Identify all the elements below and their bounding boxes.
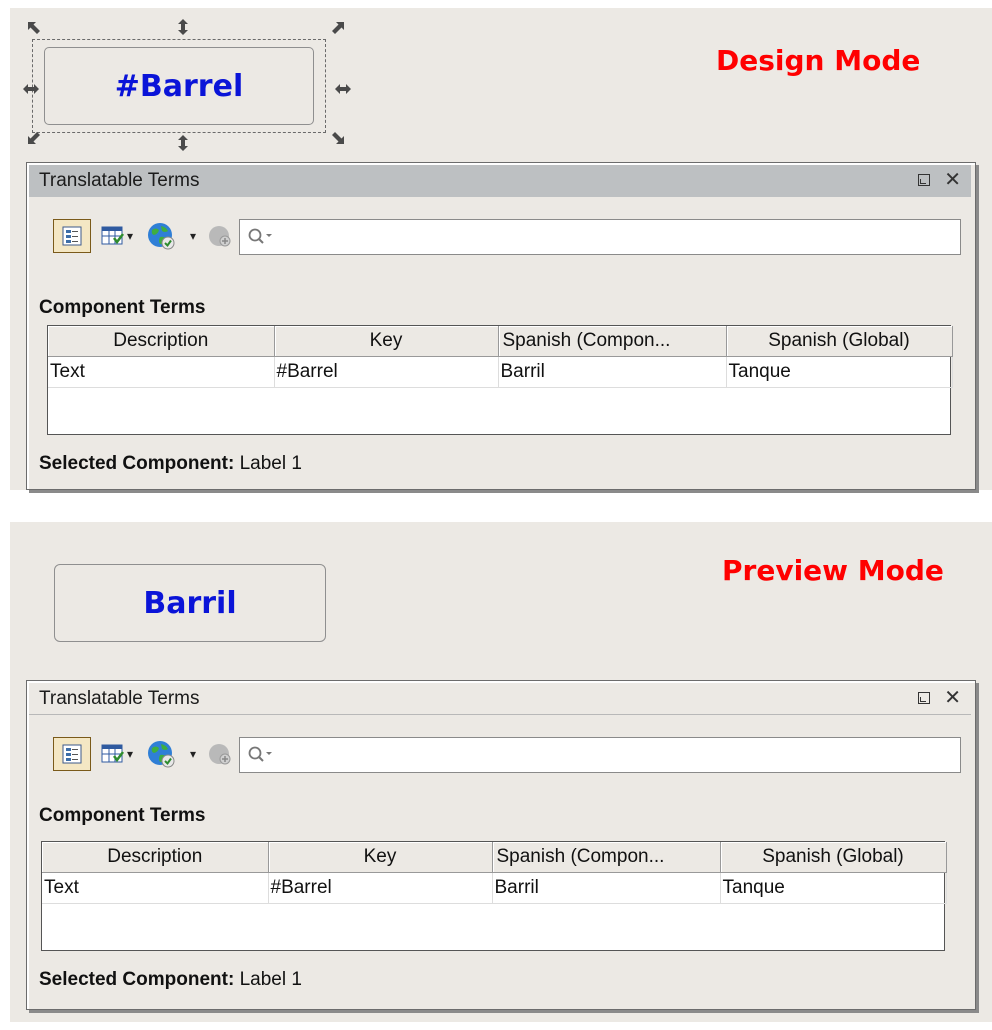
selected-component-label: Selected Component:	[39, 969, 235, 990]
column-header-spanish-component[interactable]: Spanish (Compon...	[492, 842, 721, 873]
grid-filter-icon	[101, 226, 124, 245]
grid-dropdown-caret-icon[interactable]: ▾	[127, 747, 133, 761]
selected-component-value: Label 1	[239, 969, 302, 990]
cell-description[interactable]: Text	[42, 872, 269, 904]
cell-spanish-component[interactable]: Barril	[498, 356, 727, 388]
design-mode-title: Design Mode	[716, 44, 921, 77]
add-term-icon	[209, 744, 231, 765]
column-header-key[interactable]: Key	[274, 326, 499, 357]
search-input[interactable]	[239, 737, 961, 773]
column-header-spanish-global[interactable]: Spanish (Global)	[720, 842, 947, 873]
terms-table[interactable]: Description Key Spanish (Compon... Spani…	[47, 325, 953, 435]
search-icon	[248, 228, 272, 244]
panel-title: Translatable Terms	[39, 170, 200, 191]
close-icon[interactable]: ✕	[944, 170, 961, 190]
cell-description[interactable]: Text	[48, 356, 275, 388]
panel-title: Translatable Terms	[39, 687, 200, 709]
grid-filter-button[interactable]: ▾	[95, 219, 139, 253]
panel-titlebar[interactable]: Translatable Terms ✕	[29, 165, 971, 197]
selected-component-line: Selected Component: Label 1	[39, 453, 302, 475]
cell-spanish-global[interactable]: Tanque	[720, 872, 947, 904]
globe-language-icon	[147, 741, 175, 768]
panel-toolbar: ▾ ▾	[39, 215, 963, 255]
design-mode-section: Design Mode #Barrel Translatable Terms ✕	[10, 8, 992, 490]
resize-handle-n-icon[interactable]	[174, 18, 192, 36]
selected-component-value: Label 1	[239, 453, 302, 474]
grid-filter-button[interactable]: ▾	[95, 737, 139, 771]
resize-handle-w-icon[interactable]	[22, 80, 40, 98]
column-header-spanish-global[interactable]: Spanish (Global)	[726, 326, 953, 357]
table-header-row: Description Key Spanish (Compon... Spani…	[42, 842, 947, 873]
cell-spanish-component[interactable]: Barril	[492, 872, 721, 904]
language-dropdown-caret-icon[interactable]: ▾	[190, 747, 196, 761]
column-header-spanish-component[interactable]: Spanish (Compon...	[498, 326, 727, 357]
component-terms-icon	[62, 744, 82, 764]
language-button[interactable]: ▾	[143, 737, 199, 771]
add-term-icon	[209, 226, 231, 247]
table-header-row: Description Key Spanish (Compon... Spani…	[48, 326, 953, 357]
table-row[interactable]: Text #Barrel Barril Tanque	[42, 872, 947, 904]
column-header-key[interactable]: Key	[268, 842, 493, 873]
component-terms-button[interactable]	[53, 219, 91, 253]
resize-handle-nw-icon[interactable]	[26, 20, 44, 38]
terms-table[interactable]: Description Key Spanish (Compon... Spani…	[41, 841, 947, 951]
cell-key[interactable]: #Barrel	[274, 356, 499, 388]
translatable-terms-panel: Translatable Terms ✕ ▾ ▾ Component Terms…	[26, 162, 976, 490]
language-dropdown-caret-icon[interactable]: ▾	[190, 229, 196, 243]
add-term-button[interactable]	[205, 737, 235, 771]
column-header-description[interactable]: Description	[42, 842, 269, 873]
component-terms-heading: Component Terms	[39, 297, 206, 318]
grid-dropdown-caret-icon[interactable]: ▾	[127, 229, 133, 243]
globe-language-icon	[147, 223, 175, 250]
component-terms-icon	[62, 226, 82, 246]
float-window-icon[interactable]	[918, 174, 931, 186]
component-terms-button[interactable]	[53, 737, 91, 771]
translatable-terms-panel: Translatable Terms ✕ ▾ ▾ Component Terms…	[26, 680, 976, 1010]
selected-component-line: Selected Component: Label 1	[39, 969, 302, 991]
float-window-icon[interactable]	[918, 692, 931, 704]
grid-filter-icon	[101, 744, 124, 763]
cell-key[interactable]: #Barrel	[268, 872, 493, 904]
selected-component-label: Selected Component:	[39, 453, 235, 474]
close-icon[interactable]: ✕	[944, 688, 961, 708]
cell-spanish-global[interactable]: Tanque	[726, 356, 953, 388]
language-button[interactable]: ▾	[143, 219, 199, 253]
component-terms-heading: Component Terms	[39, 805, 206, 826]
resize-handle-s-icon[interactable]	[174, 134, 192, 152]
label-component[interactable]: Barril	[54, 564, 326, 642]
preview-mode-section: Preview Mode Barril Translatable Terms ✕…	[10, 522, 992, 1022]
panel-toolbar: ▾ ▾	[39, 733, 963, 773]
preview-mode-title: Preview Mode	[722, 554, 944, 587]
search-input[interactable]	[239, 219, 961, 255]
resize-handle-e-icon[interactable]	[334, 80, 352, 98]
label-component[interactable]: #Barrel	[44, 47, 314, 125]
table-row[interactable]: Text #Barrel Barril Tanque	[48, 356, 953, 388]
panel-titlebar[interactable]: Translatable Terms ✕	[29, 683, 971, 715]
resize-handle-se-icon[interactable]	[328, 128, 346, 146]
resize-handle-ne-icon[interactable]	[328, 20, 346, 38]
resize-handle-sw-icon[interactable]	[26, 128, 44, 146]
search-icon	[248, 746, 272, 762]
column-header-description[interactable]: Description	[48, 326, 275, 357]
add-term-button[interactable]	[205, 219, 235, 253]
